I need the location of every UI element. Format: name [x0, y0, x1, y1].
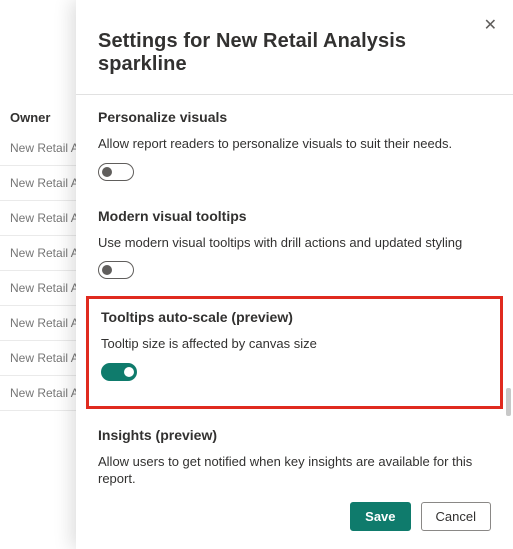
list-item[interactable]: New Retail Analysis	[0, 306, 76, 341]
section-tooltips-auto-scale: Tooltips auto-scale (preview) Tooltip si…	[101, 309, 488, 394]
section-description: Allow report readers to personalize visu…	[98, 135, 491, 153]
section-insights: Insights (preview) Allow users to get no…	[98, 413, 491, 488]
settings-panel: ✕ Settings for New Retail Analysis spark…	[76, 0, 513, 549]
section-description: Tooltip size is affected by canvas size	[101, 335, 488, 353]
highlighted-section: Tooltips auto-scale (preview) Tooltip si…	[86, 296, 503, 409]
list-item[interactable]: New Retail Analysis	[0, 236, 76, 271]
list-item[interactable]: New Retail Analysis	[0, 376, 76, 411]
section-description: Use modern visual tooltips with drill ac…	[98, 234, 491, 252]
list-item[interactable]: New Retail Analysis	[0, 166, 76, 201]
section-title: Tooltips auto-scale (preview)	[101, 309, 488, 325]
list-item[interactable]: New Retail Analysis	[0, 341, 76, 376]
toggle-personalize-visuals[interactable]	[98, 163, 134, 181]
section-title: Modern visual tooltips	[98, 208, 491, 224]
toggle-modern-visual-tooltips[interactable]	[98, 261, 134, 279]
panel-body: Personalize visuals Allow report readers…	[76, 95, 513, 488]
list-item[interactable]: New Retail Analysis	[0, 201, 76, 236]
section-title: Personalize visuals	[98, 109, 491, 125]
section-modern-visual-tooltips: Modern visual tooltips Use modern visual…	[98, 194, 491, 293]
save-button[interactable]: Save	[350, 502, 410, 531]
column-header-owner: Owner	[0, 104, 76, 131]
section-title: Insights (preview)	[98, 427, 491, 443]
list-item[interactable]: New Retail Analysis	[0, 131, 76, 166]
panel-footer: Save Cancel	[76, 488, 513, 549]
close-icon[interactable]: ✕	[480, 14, 501, 38]
toggle-tooltips-auto-scale[interactable]	[101, 363, 137, 381]
background-report-list: Owner New Retail Analysis New Retail Ana…	[0, 0, 76, 411]
scrollbar-thumb[interactable]	[506, 388, 511, 416]
panel-title: Settings for New Retail Analysis sparkli…	[76, 0, 513, 95]
cancel-button[interactable]: Cancel	[421, 502, 491, 531]
list-item[interactable]: New Retail Analysis	[0, 271, 76, 306]
section-description: Allow users to get notified when key ins…	[98, 453, 491, 488]
section-personalize-visuals: Personalize visuals Allow report readers…	[98, 95, 491, 194]
